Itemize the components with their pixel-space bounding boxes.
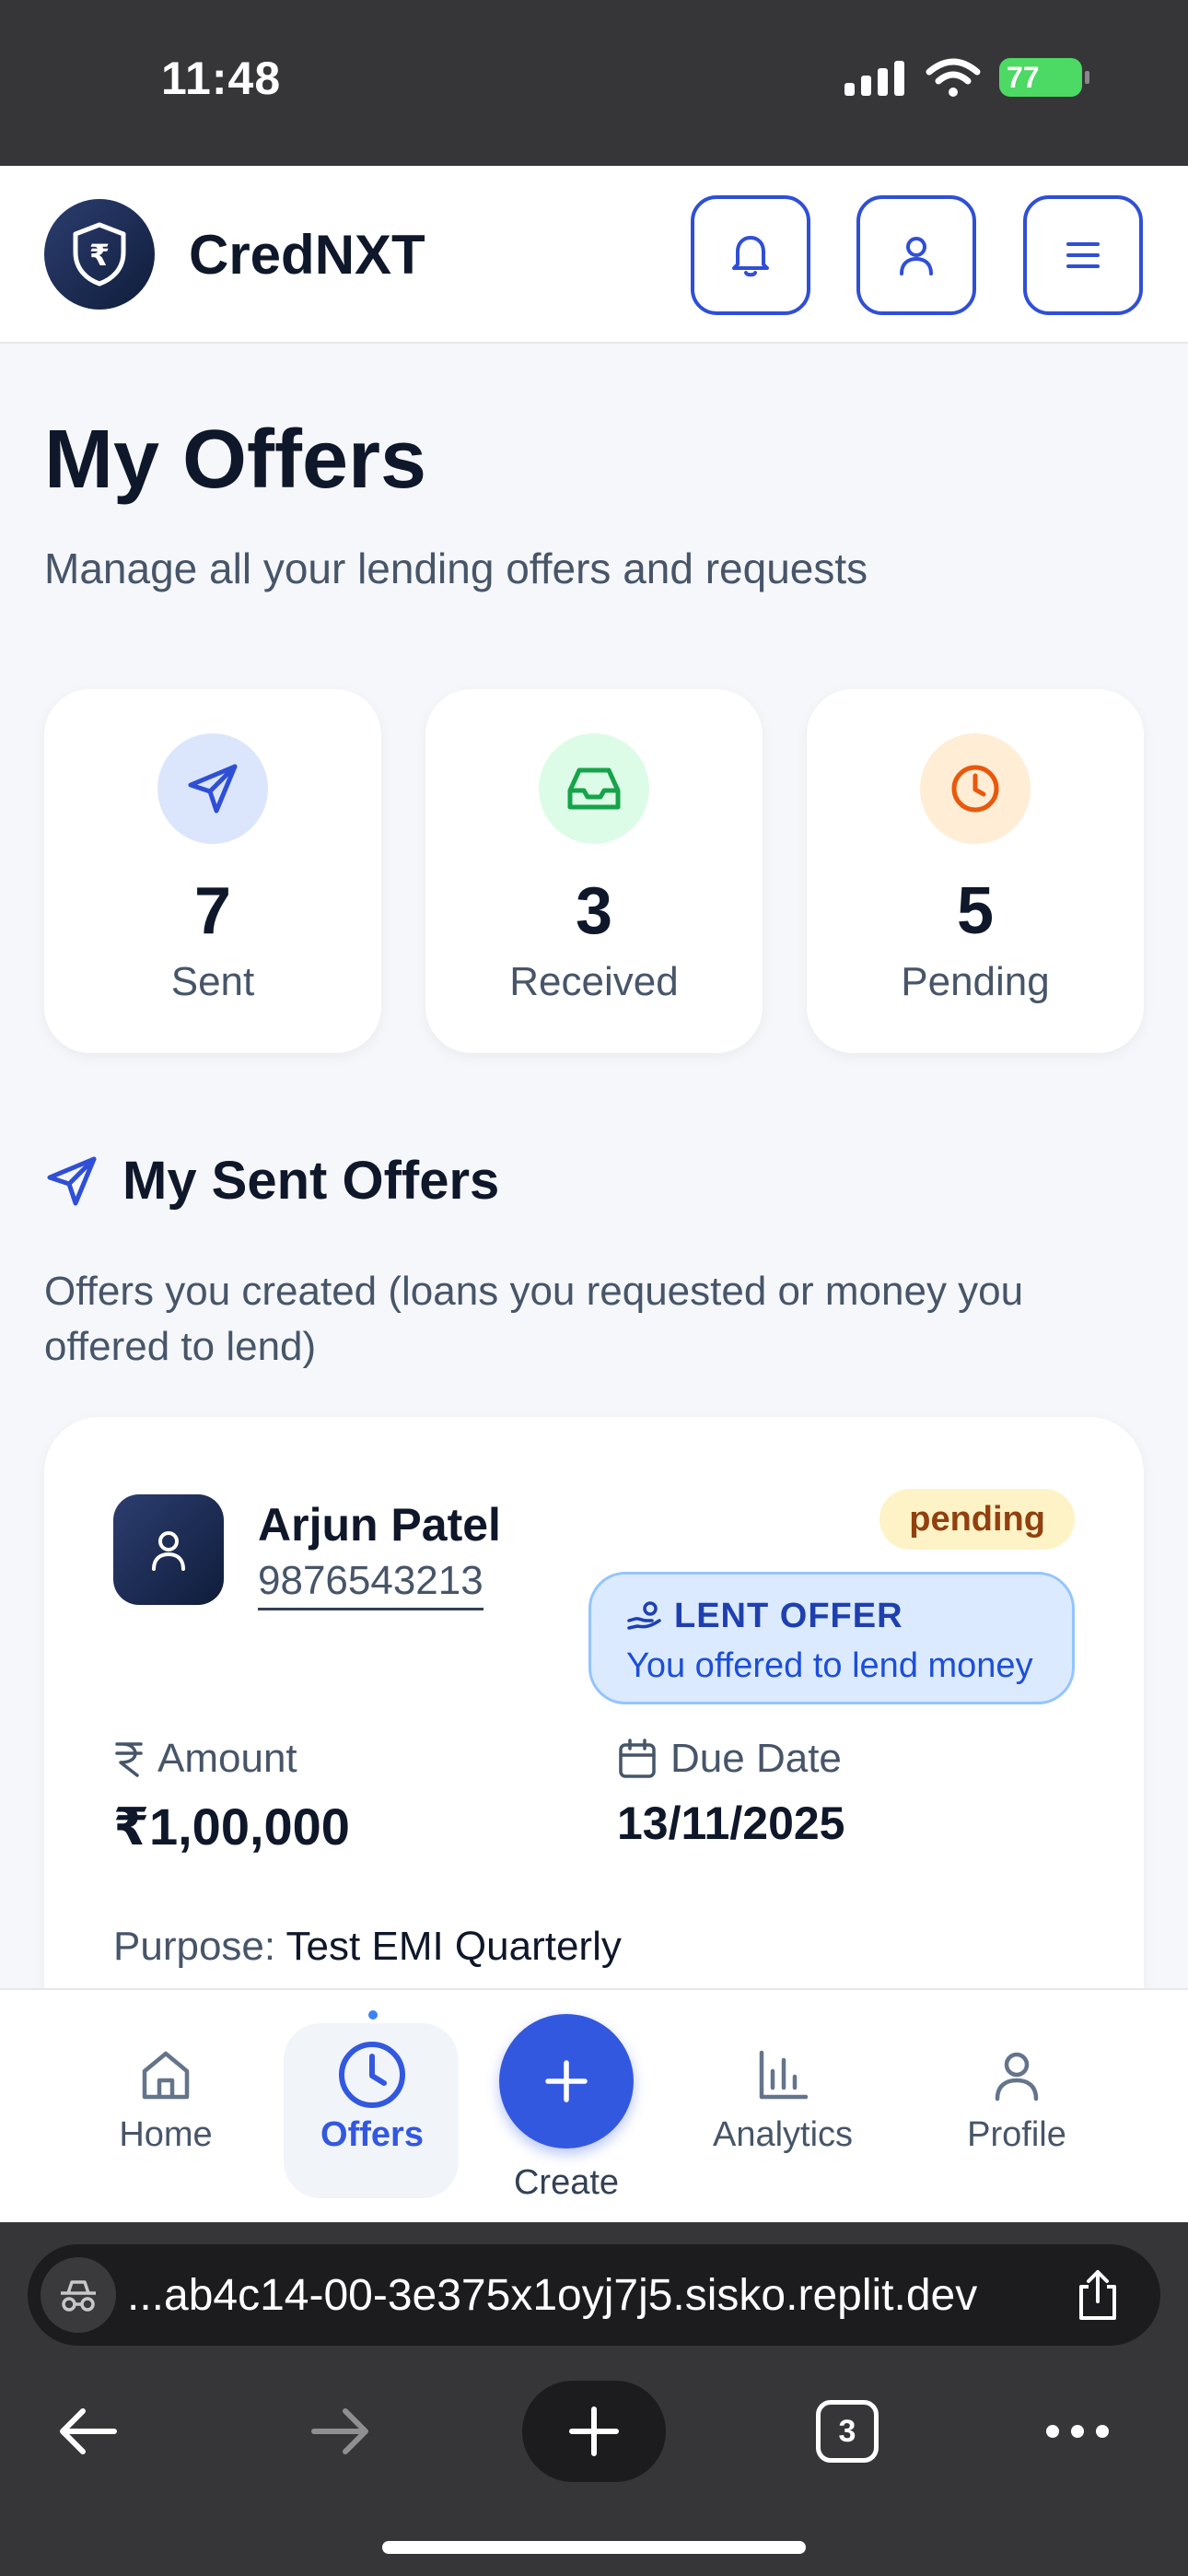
wifi-icon (926, 58, 981, 97)
home-indicator[interactable] (382, 2541, 806, 2554)
status-time: 11:48 (161, 53, 282, 104)
more-button[interactable] (1041, 2381, 1114, 2482)
due-date-value: 13/11/2025 (617, 1797, 845, 1849)
purpose: Purpose: Test EMI Quarterly (113, 1924, 622, 1970)
offer-card[interactable]: Arjun Patel 9876543213 pending LENT OFFE… (44, 1417, 1144, 2080)
offer-phone[interactable]: 9876543213 (258, 1558, 483, 1610)
stat-card-pending[interactable]: 5 Pending (807, 689, 1144, 1053)
user-icon (152, 1531, 185, 1571)
brand-name: CredNXT (189, 224, 425, 286)
incognito-icon (61, 2280, 96, 2312)
menu-button[interactable] (1023, 195, 1143, 315)
stat-icon-bg (157, 733, 268, 844)
send-icon (188, 764, 238, 814)
logo-symbol: ₹ (89, 238, 110, 273)
status-badge: pending (879, 1489, 1075, 1550)
status-bar: 11:48 77 (0, 0, 1188, 166)
account-button[interactable] (856, 195, 976, 315)
calendar-icon (619, 1739, 656, 1778)
stat-label-sent: Sent (170, 959, 255, 1004)
share-icon[interactable] (1072, 2266, 1124, 2324)
stat-value-pending: 5 (956, 874, 995, 948)
bell-icon (732, 236, 769, 277)
bar-chart-icon (759, 2050, 809, 2100)
nav-profile[interactable]: Profile (925, 1990, 1109, 2224)
page-title: My Offers (44, 414, 427, 506)
stat-value-sent: 7 (193, 874, 232, 948)
offer-type-badge: LENT OFFER You offered to lend money (588, 1572, 1075, 1704)
bottom-nav: Home Offers Create Analytics Profile (0, 1988, 1188, 2222)
amount-label-text: Amount (157, 1736, 297, 1781)
stat-icon-bg (539, 733, 649, 844)
menu-icon (1066, 242, 1100, 268)
plus-icon (545, 2060, 588, 2102)
purpose-value: Test EMI Quarterly (285, 1924, 622, 1969)
create-button[interactable] (499, 2014, 634, 2149)
section-description: Offers you created (loans you requested … (44, 1269, 1024, 1369)
stat-card-received[interactable]: 3 Received (425, 689, 763, 1053)
stat-label-received: Received (509, 959, 679, 1004)
private-browsing-button[interactable] (41, 2257, 116, 2333)
tabs-count: 3 (816, 2400, 879, 2463)
browser-toolbar: ...ab4c14-00-3e375x1oyj7j5.sisko.replit.… (0, 2222, 1188, 2576)
back-button[interactable] (51, 2381, 124, 2482)
clock-icon (951, 765, 999, 813)
forward-arrow-icon (311, 2408, 368, 2454)
more-dots-icon (1046, 2425, 1109, 2438)
stat-label-pending: Pending (901, 959, 1050, 1004)
url-text[interactable]: ...ab4c14-00-3e375x1oyj7j5.sisko.replit.… (127, 2270, 977, 2321)
purpose-label: Purpose: (113, 1924, 276, 1969)
nav-profile-label: Profile (967, 2115, 1066, 2154)
inbox-icon (567, 767, 621, 810)
offer-type-label: LENT OFFER (674, 1597, 903, 1635)
amount-value: ₹1,00,000 (113, 1797, 350, 1856)
section-title: My Sent Offers (122, 1151, 500, 1211)
user-icon (995, 2052, 1039, 2102)
nav-home-label: Home (119, 2115, 213, 2154)
nav-analytics[interactable]: Analytics (691, 1990, 875, 2224)
home-icon (142, 2051, 190, 2100)
avatar (113, 1494, 224, 1605)
offer-type-title: LENT OFFER (626, 1597, 903, 1636)
battery-icon: 77 (999, 58, 1089, 97)
due-date-label: Due Date (617, 1736, 842, 1782)
battery-level: 77 (1007, 60, 1040, 94)
forward-button[interactable] (304, 2381, 378, 2482)
hand-coins-icon (627, 1600, 661, 1630)
nav-offers-label: Offers (320, 2115, 424, 2154)
nav-analytics-label: Analytics (712, 2115, 854, 2154)
user-icon (900, 237, 933, 275)
signal-icon (844, 61, 904, 96)
plus-icon (569, 2406, 619, 2456)
shield-rupee-icon: ₹ (73, 222, 126, 287)
status-indicators: 77 (843, 57, 1089, 98)
send-icon (47, 1156, 97, 1206)
rupee-icon (115, 1742, 143, 1777)
amount-label: Amount (113, 1736, 297, 1782)
page-subtitle: Manage all your lending offers and reque… (44, 544, 868, 592)
new-tab-button[interactable] (522, 2381, 666, 2482)
stat-icon-bg (920, 733, 1031, 844)
stat-value-received: 3 (575, 874, 613, 948)
offer-type-description: You offered to lend money (626, 1646, 1033, 1685)
stat-card-sent[interactable]: 7 Sent (44, 689, 381, 1053)
back-arrow-icon (60, 2408, 117, 2454)
clock-icon (339, 2042, 405, 2108)
new-tab-circle (522, 2381, 666, 2482)
due-date-label-text: Due Date (670, 1736, 842, 1781)
address-bar[interactable]: ...ab4c14-00-3e375x1oyj7j5.sisko.replit.… (28, 2244, 1160, 2346)
app-header: ₹ CredNXT (0, 166, 1188, 344)
brand-logo[interactable]: ₹ (44, 199, 155, 310)
tabs-button[interactable]: 3 (810, 2381, 884, 2482)
notifications-button[interactable] (691, 195, 810, 315)
offer-name: Arjun Patel (258, 1499, 501, 1551)
